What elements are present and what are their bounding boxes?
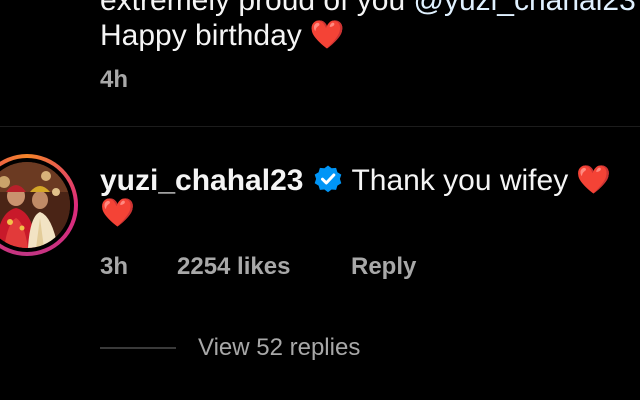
previous-comment-time: 4h [100, 66, 129, 93]
heart-icon: ❤️ [576, 163, 612, 196]
previous-comment-birthday-text: Happy birthday [100, 19, 302, 52]
previous-comment-text: extremely proud of you [100, 0, 414, 17]
likes-count[interactable]: 2254 likes [177, 253, 351, 281]
replies-line [100, 347, 176, 349]
avatar-story-ring[interactable] [0, 154, 78, 256]
comment-username[interactable]: yuzi_chahal23 [100, 164, 303, 197]
previous-comment-mention[interactable]: @yuzi_chahal23 [414, 0, 636, 17]
heart-icon: ❤️ [309, 18, 345, 51]
comment-actions: 3h 2254 likes Reply [100, 253, 416, 281]
heart-icon: ❤️ [100, 196, 135, 229]
comment-line: yuzi_chahal23 Thank you wifey ❤️ [100, 160, 640, 201]
reply-button[interactable]: Reply [351, 253, 416, 281]
comment: yuzi_chahal23 Thank you wifey ❤️ [100, 160, 640, 201]
previous-comment-line-2: Happy birthday ❤️ [100, 18, 640, 53]
comment-text: Thank you wifey [351, 164, 569, 197]
divider [0, 126, 640, 127]
view-replies-button[interactable]: View 52 replies [100, 333, 360, 363]
comment-line-2: ❤️ [100, 196, 135, 230]
comment-time: 3h [100, 253, 129, 280]
previous-comment-line-1: extremely proud of you @yuzi_chahal23 [100, 0, 640, 18]
verified-badge-icon [313, 164, 343, 194]
view-replies-label[interactable]: View 52 replies [198, 334, 360, 362]
previous-comment: extremely proud of you @yuzi_chahal23 Ha… [100, 0, 640, 53]
